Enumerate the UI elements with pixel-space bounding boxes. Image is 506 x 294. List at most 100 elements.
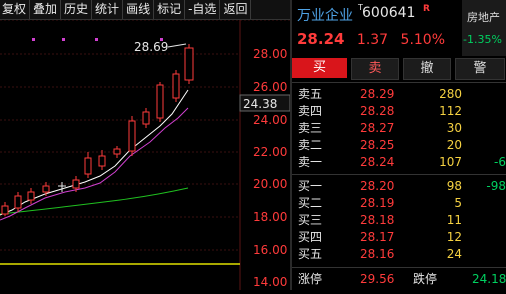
candle-up <box>1 205 9 215</box>
ask-price: 28.28 <box>360 104 395 118</box>
chart-toolbar: 复权 叠加 历史 统计 画线 标记 -自选 返回 <box>0 0 290 20</box>
current-price-label: 24.38 <box>243 97 277 111</box>
toolbar-back-button[interactable]: 返回 <box>220 0 252 19</box>
y-tick-label: 14.00 <box>253 275 287 289</box>
bid-price: 28.19 <box>360 196 395 210</box>
price-change: 1.37 <box>356 32 389 48</box>
toolbar-history-button[interactable]: 历史 <box>61 0 93 19</box>
bid-volume: 5 <box>454 196 462 210</box>
ask-price: 28.24 <box>360 155 395 169</box>
y-tick-label: 22.00 <box>253 145 287 159</box>
candle-up <box>27 191 35 201</box>
divider <box>292 82 506 83</box>
price-change-pct: 5.10% <box>400 32 446 48</box>
y-tick-label: 24.00 <box>253 113 287 127</box>
bid-volume: 24 <box>446 247 462 261</box>
high-annotation-arrow <box>167 43 187 48</box>
y-tick-label: 26.00 <box>253 80 287 94</box>
high-price-annotation: 28.69 <box>134 40 168 54</box>
trade-actions: 买 卖 撤 警 <box>292 58 506 80</box>
ask-level-label: 卖二 <box>298 138 323 152</box>
buy-button[interactable]: 买 <box>292 58 347 78</box>
bid-volume: 11 <box>446 213 462 227</box>
limit-down-label: 跌停 <box>413 272 438 286</box>
toolbar-draw-button[interactable]: 画线 <box>123 0 155 19</box>
stock-name[interactable]: 万业企业 <box>297 5 353 25</box>
ask-volume: 280 <box>439 87 462 101</box>
y-tick-label: 16.00 <box>253 243 287 257</box>
signal-dot <box>95 38 98 41</box>
ask-row: 卖五 28.29 280 <box>292 86 506 103</box>
bid-row: 买二 28.19 5 <box>292 195 506 212</box>
y-axis-ticks: 28.00 26.00 24.00 22.00 20.00 18.00 16.0… <box>253 47 287 289</box>
candle-up <box>156 84 164 119</box>
bid-price: 28.20 <box>360 179 395 193</box>
bid-volume: 12 <box>446 230 462 244</box>
toolbar-mark-button[interactable]: 标记 <box>154 0 186 19</box>
ask-row: 卖二 28.25 20 <box>292 137 506 154</box>
ask-volume: 20 <box>446 138 462 152</box>
candle-up <box>128 120 136 152</box>
divider <box>292 174 506 175</box>
bid-price: 28.16 <box>360 247 395 261</box>
sell-button[interactable]: 卖 <box>351 58 399 80</box>
signal-dot <box>62 38 65 41</box>
toolbar-adjust-button[interactable]: 复权 <box>0 0 31 19</box>
candle-up <box>184 47 194 81</box>
ask-level-label: 卖三 <box>298 121 323 135</box>
ask-level-label: 卖一 <box>298 155 323 169</box>
toolbar-overlay-button[interactable]: 叠加 <box>30 0 62 19</box>
bid-change: -98 <box>486 179 506 193</box>
candle-up <box>172 73 180 99</box>
candle-up <box>98 155 106 167</box>
candle-up <box>113 148 121 155</box>
kline-chart[interactable]: 28.00 26.00 24.00 22.00 20.00 18.00 16.0… <box>0 19 291 290</box>
quote-panel: 万业企业 T 600641 R 房地产 -1.35% 28.24 1.37 5.… <box>292 0 506 290</box>
divider <box>292 267 506 268</box>
signal-dot <box>32 38 35 41</box>
candle-up <box>72 179 80 189</box>
sector-name: 房地产 <box>467 11 500 24</box>
bid-volume: 98 <box>446 179 462 193</box>
bid-row: 买四 28.17 12 <box>292 229 506 246</box>
candle-up <box>14 195 22 209</box>
ask-volume: 112 <box>439 104 462 118</box>
bid-row: 买三 28.18 11 <box>292 212 506 229</box>
ask-volume: 30 <box>446 121 462 135</box>
bid-level-label: 买五 <box>298 247 323 261</box>
ask-row: 卖一 28.24 107 -6 <box>292 154 506 171</box>
bid-level-label: 买一 <box>298 179 323 193</box>
ask-volume: 107 <box>439 155 462 169</box>
candle-up <box>42 185 50 193</box>
candles <box>1 44 194 216</box>
ask-level-label: 卖五 <box>298 87 323 101</box>
bid-price: 28.17 <box>360 230 395 244</box>
price-alert-button[interactable]: 警 <box>455 58 505 80</box>
sector-box[interactable]: 房地产 -1.35% <box>462 0 506 56</box>
limit-up-label: 涨停 <box>298 272 323 286</box>
y-tick-label: 20.00 <box>253 177 287 191</box>
candle-up <box>142 111 150 125</box>
ask-change: -6 <box>494 155 506 169</box>
bid-level-label: 买三 <box>298 213 323 227</box>
limit-row: 涨停 29.56 跌停 24.18 <box>292 269 506 290</box>
candle-up <box>84 157 92 175</box>
limit-down-value: 24.18 <box>472 272 506 286</box>
ask-row: 卖四 28.28 112 <box>292 103 506 120</box>
bid-row: 买一 28.20 98 -98 <box>292 178 506 195</box>
y-tick-label: 18.00 <box>253 210 287 224</box>
last-price: 28.24 <box>297 30 345 48</box>
ask-level-label: 卖四 <box>298 104 323 118</box>
cancel-order-button[interactable]: 撤 <box>403 58 451 80</box>
toolbar-stats-button[interactable]: 统计 <box>92 0 124 19</box>
r-badge: R <box>423 4 430 14</box>
toolbar-remove-watchlist-button[interactable]: -自选 <box>185 0 221 19</box>
grid-lines <box>0 19 290 251</box>
bid-level-label: 买四 <box>298 230 323 244</box>
ask-price: 28.29 <box>360 87 395 101</box>
stock-code: 600641 <box>362 5 416 21</box>
bid-price: 28.18 <box>360 213 395 227</box>
ask-price: 28.25 <box>360 138 395 152</box>
bid-row: 买五 28.16 24 <box>292 246 506 263</box>
price-row: 28.24 1.37 5.10% <box>297 30 445 48</box>
